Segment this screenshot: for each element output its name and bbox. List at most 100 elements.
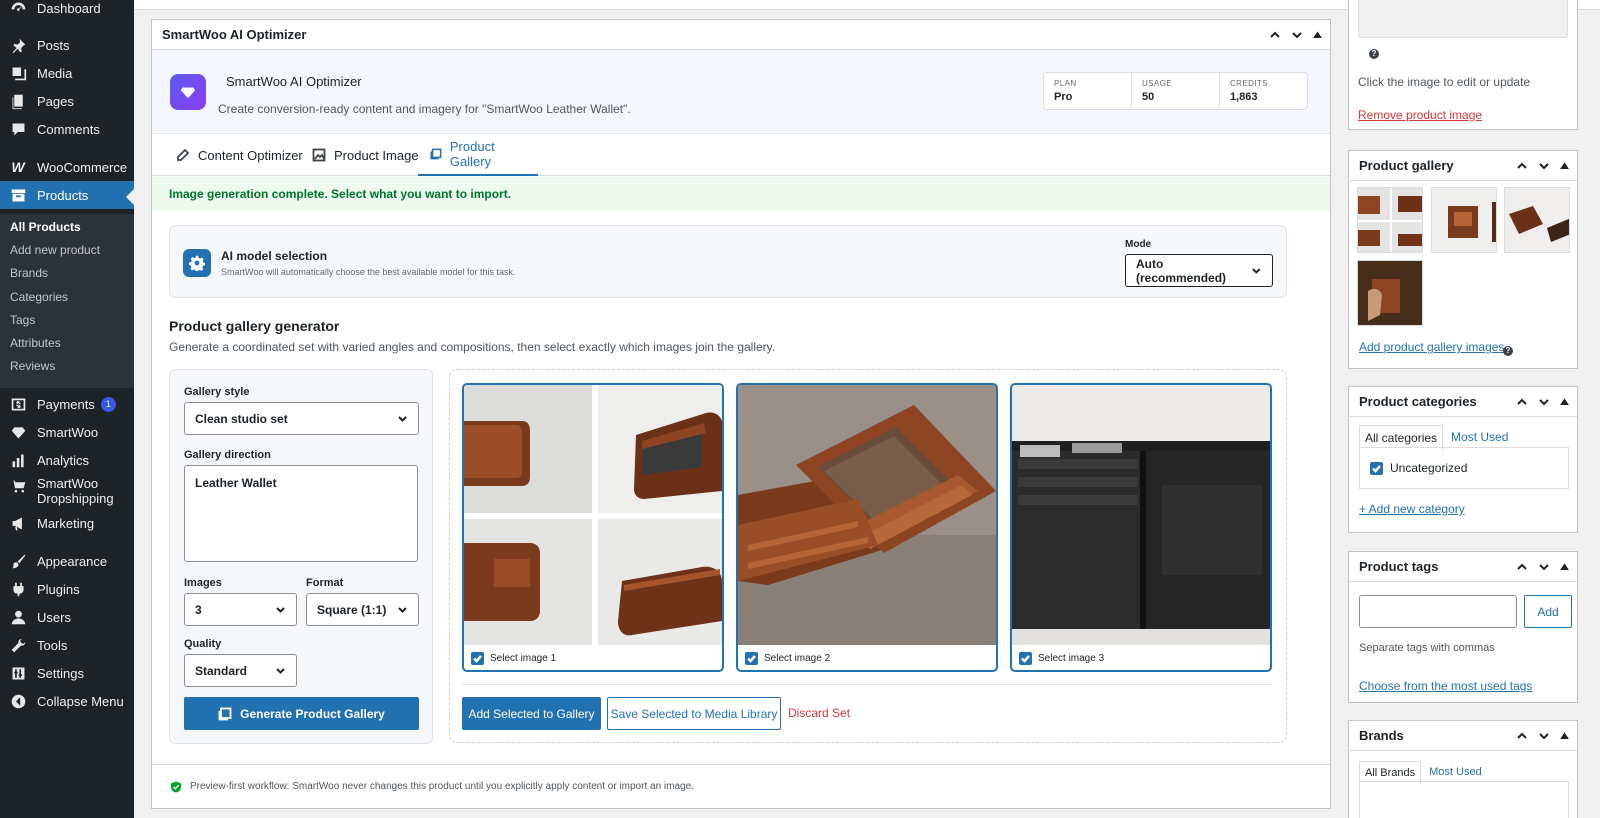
menu-appearance[interactable]: Appearance <box>0 547 134 575</box>
gem-icon <box>8 422 28 442</box>
save-selected-media-button[interactable]: Save Selected to Media Library <box>607 697 781 730</box>
toggle-panel-icon[interactable] <box>1560 730 1569 742</box>
gallery-box-title: Product gallery <box>1359 158 1454 173</box>
category-label: Uncategorized <box>1390 461 1468 475</box>
menu-smartwoo[interactable]: SmartWoo <box>0 418 134 446</box>
menu-label: Posts <box>37 37 70 53</box>
choose-tags-link[interactable]: Choose from the most used tags <box>1359 679 1532 693</box>
menu-label: Comments <box>37 121 100 137</box>
select-image-3-checkbox[interactable]: Select image 3 <box>1019 652 1104 665</box>
generated-image-card-1[interactable]: Select image 1 <box>462 383 724 672</box>
chevron-down-icon <box>276 668 285 674</box>
images-count-select[interactable]: 3 <box>184 593 297 626</box>
ai-model-selection: AI model selection SmartWoo will automat… <box>169 225 1287 298</box>
remove-product-image-link[interactable]: Remove product image <box>1358 108 1482 122</box>
select-image-2-checkbox[interactable]: Select image 2 <box>745 652 830 665</box>
menu-analytics[interactable]: Analytics <box>0 446 134 474</box>
generate-gallery-button[interactable]: Generate Product Gallery <box>184 697 419 730</box>
menu-users[interactable]: Users <box>0 603 134 631</box>
gallery-thumb-1[interactable] <box>1357 187 1423 253</box>
discard-set-button[interactable]: Discard Set <box>788 706 850 720</box>
edit-icon <box>177 148 190 161</box>
menu-media[interactable]: Media <box>0 59 134 87</box>
tab-product-gallery[interactable]: Product Gallery <box>418 134 538 176</box>
submenu-tags[interactable]: Tags <box>10 313 35 327</box>
mode-label: Mode <box>1125 239 1152 250</box>
move-down-icon[interactable] <box>1538 730 1550 742</box>
gallery-style-select[interactable]: Clean studio set <box>184 402 419 435</box>
toggle-panel-icon[interactable] <box>1560 396 1569 408</box>
submenu-add-new-product[interactable]: Add new product <box>10 243 100 257</box>
user-icon <box>8 607 28 627</box>
menu-comments[interactable]: Comments <box>0 115 134 143</box>
image-icon <box>312 148 326 162</box>
add-tag-button[interactable]: Add <box>1524 595 1572 628</box>
move-up-icon[interactable] <box>1269 29 1281 41</box>
move-up-icon[interactable] <box>1516 561 1528 573</box>
menu-label: Appearance <box>37 553 108 569</box>
move-up-icon[interactable] <box>1516 160 1528 172</box>
admin-sidebar: Dashboard Posts Media Pages Comments W W… <box>0 0 134 818</box>
toggle-panel-icon[interactable] <box>1560 561 1569 573</box>
select-image-1-checkbox[interactable]: Select image 1 <box>471 652 556 665</box>
menu-payments[interactable]: Payments 1 <box>0 390 134 418</box>
toggle-panel-icon[interactable] <box>1560 160 1569 172</box>
product-image-preview[interactable] <box>1358 0 1568 38</box>
product-gallery-box: Product gallery Add product gallery imag… <box>1348 150 1578 369</box>
menu-pages[interactable]: Pages <box>0 87 134 115</box>
move-down-icon[interactable] <box>1538 160 1550 172</box>
gallery-thumb-3[interactable] <box>1504 187 1570 253</box>
menu-label: SmartWoo Dropshipping <box>37 476 114 506</box>
stat-label: CREDITS <box>1230 79 1268 88</box>
menu-settings[interactable]: Settings <box>0 659 134 687</box>
gallery-direction-textarea[interactable]: Leather Wallet <box>184 465 418 562</box>
menu-collapse[interactable]: Collapse Menu <box>0 687 134 715</box>
quality-select[interactable]: Standard <box>184 654 297 687</box>
stat-value: 1,863 <box>1230 91 1258 103</box>
move-down-icon[interactable] <box>1291 29 1303 41</box>
submenu-brands[interactable]: Brands <box>10 266 48 280</box>
menu-label: Tools <box>37 637 68 653</box>
menu-tools[interactable]: Tools <box>0 631 134 659</box>
menu-marketing[interactable]: Marketing <box>0 509 134 537</box>
footer-text: Preview-first workflow: SmartWoo never c… <box>190 781 694 792</box>
menu-posts[interactable]: Posts <box>0 31 134 59</box>
select-label: Select image 1 <box>490 653 557 664</box>
add-gallery-images-link[interactable]: Add product gallery images <box>1359 340 1504 354</box>
mode-select[interactable]: Auto (recommended) <box>1125 254 1273 287</box>
uncategorized-checkbox[interactable] <box>1370 461 1383 475</box>
dollar-icon <box>8 394 28 414</box>
woo-icon: W <box>11 159 25 175</box>
menu-products[interactable]: Products <box>0 181 134 209</box>
menu-dashboard[interactable]: Dashboard <box>0 0 134 22</box>
menu-label: Marketing <box>37 515 95 531</box>
add-selected-to-gallery-button[interactable]: Add Selected to Gallery <box>462 697 601 730</box>
submenu-all-products[interactable]: All Products <box>10 220 81 234</box>
tab-content-optimizer[interactable]: Content Optimizer <box>164 134 315 176</box>
submenu-attributes[interactable]: Attributes <box>10 336 61 350</box>
toggle-panel-icon[interactable] <box>1313 29 1322 41</box>
menu-woocommerce[interactable]: W WooCommerce <box>0 153 134 181</box>
move-up-icon[interactable] <box>1516 730 1528 742</box>
submenu-reviews[interactable]: Reviews <box>10 359 55 373</box>
tags-help-text: Separate tags with commas <box>1359 642 1495 654</box>
add-category-link[interactable]: + Add new category <box>1359 502 1465 516</box>
gallery-thumb-2[interactable] <box>1431 187 1497 253</box>
tag-input[interactable] <box>1359 595 1517 628</box>
format-select[interactable]: Square (1:1) <box>306 593 419 626</box>
generated-image-card-3[interactable]: Select image 3 <box>1010 383 1272 672</box>
panel-header: SmartWoo AI Optimizer <box>152 20 1330 50</box>
tab-product-image[interactable]: Product Image <box>300 134 431 176</box>
chevron-down-icon <box>1252 268 1261 274</box>
gallery-thumb-4[interactable] <box>1357 260 1423 326</box>
menu-plugins[interactable]: Plugins <box>0 575 134 603</box>
brand-list <box>1359 781 1569 818</box>
product-image-box: ? Click the image to edit or update Remo… <box>1348 0 1578 130</box>
submenu-categories[interactable]: Categories <box>10 290 68 304</box>
move-down-icon[interactable] <box>1538 396 1550 408</box>
account-stats: PLAN Pro USAGE 50 CREDITS 1,863 <box>1043 72 1308 110</box>
generated-image-card-2[interactable]: Select image 2 <box>736 383 998 672</box>
move-down-icon[interactable] <box>1538 561 1550 573</box>
move-up-icon[interactable] <box>1516 396 1528 408</box>
tab-label: Product Image <box>334 147 419 163</box>
